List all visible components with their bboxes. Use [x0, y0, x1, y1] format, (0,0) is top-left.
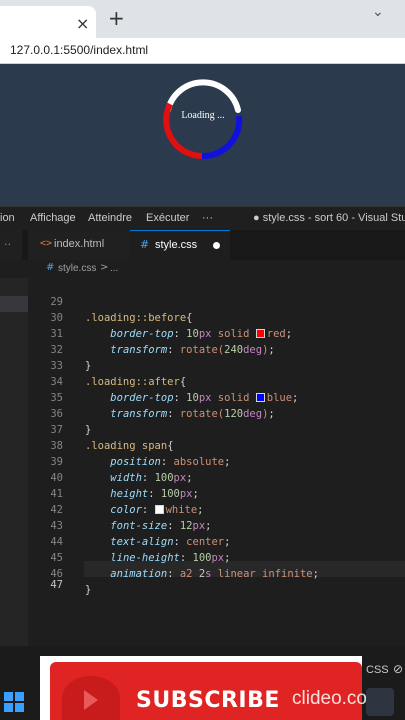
- tab-style-css[interactable]: # style.css: [130, 230, 230, 260]
- chevron-right-icon: >: [100, 262, 109, 273]
- menu-bar: ion Affichage Atteindre Exécuter ··· ● s…: [0, 206, 405, 230]
- language-mode[interactable]: CSS: [366, 664, 389, 676]
- code-line[interactable]: 36 }: [28, 390, 405, 436]
- code-line[interactable]: 37 .loading span{: [28, 406, 405, 452]
- page-preview: Loading ...: [0, 64, 405, 206]
- windows-start-icon[interactable]: [0, 684, 28, 720]
- code-line[interactable]: 45 animation: a2 2s linear infinite;: [28, 534, 405, 580]
- code-line[interactable]: 31 transform: rotate(240deg);: [28, 310, 405, 356]
- close-tab-icon[interactable]: ×: [76, 14, 89, 33]
- tab-label: index.html: [54, 238, 105, 250]
- code-line[interactable]: 32 }: [28, 326, 405, 372]
- code-line[interactable]: 35 transform: rotate(120deg);: [28, 374, 405, 420]
- subscribe-label: SUBSCRIBE: [136, 688, 280, 713]
- spinner-arc-blue: [201, 115, 243, 160]
- sidebar-selected-item[interactable]: [0, 296, 28, 312]
- browser-tab[interactable]: ×: [0, 6, 96, 38]
- tab-label: style.css: [155, 239, 198, 251]
- menu-item-executer[interactable]: Exécuter: [146, 212, 189, 224]
- code-line[interactable]: 42 font-size: 12px;: [28, 486, 405, 532]
- menu-more-icon[interactable]: ···: [202, 212, 213, 224]
- breadcrumb-file[interactable]: style.css: [58, 263, 96, 274]
- code-line[interactable]: 33 .loading::after{: [28, 342, 405, 388]
- spinner-arc-white: [165, 79, 241, 113]
- code-line[interactable]: 44 line-height: 100px;: [28, 518, 405, 564]
- loading-text: Loading ...: [181, 110, 225, 121]
- url-text[interactable]: 127.0.0.1:5500/index.html: [10, 43, 148, 57]
- editor-tab-bar: ·· <> index.html # style.css: [0, 230, 405, 260]
- tab-index-html[interactable]: <> index.html: [28, 230, 130, 260]
- play-icon: [62, 676, 120, 720]
- taskbar-app-icon[interactable]: [366, 688, 394, 716]
- play-arrow-icon: [84, 690, 98, 710]
- code-line[interactable]: 40 height: 100px;: [28, 454, 405, 500]
- unsaved-dot-icon[interactable]: [213, 242, 220, 249]
- css-file-icon: #: [46, 262, 55, 273]
- code-line[interactable]: 38 position: absolute;: [28, 422, 405, 468]
- breadcrumb: # style.css > ...: [0, 260, 405, 278]
- menu-item-atteindre[interactable]: Atteindre: [88, 212, 132, 224]
- code-line[interactable]: 30 border-top: 10px solid red;: [28, 294, 405, 340]
- address-bar[interactable]: 127.0.0.1:5500/index.html: [0, 38, 405, 64]
- html-file-icon: <>: [40, 238, 53, 249]
- new-tab-button[interactable]: +: [108, 6, 125, 30]
- sidebar-strip: [0, 278, 28, 646]
- browser-tab-bar: × + ⌄: [0, 0, 405, 38]
- menu-item-affichage[interactable]: Affichage: [30, 212, 76, 224]
- code-line[interactable]: 41 color: white;: [28, 470, 405, 516]
- code-line[interactable]: 29 .loading::before{: [28, 278, 405, 324]
- tab-overflow[interactable]: ··: [0, 230, 22, 260]
- chevron-down-icon[interactable]: ⌄: [372, 4, 384, 20]
- notification-icon[interactable]: ⊘: [393, 662, 403, 676]
- code-line[interactable]: 39 width: 100px;: [28, 438, 405, 484]
- menu-item-selection[interactable]: ion: [0, 212, 15, 224]
- css-file-icon: #: [140, 238, 150, 251]
- window-title: ● style.css - sort 60 - Visual Studi...: [253, 212, 405, 224]
- code-line-current[interactable]: 47: [28, 561, 405, 591]
- breadcrumb-symbol[interactable]: ...: [110, 263, 118, 274]
- code-line[interactable]: 34 border-top: 10px solid blue;: [28, 358, 405, 404]
- code-line[interactable]: 43 text-align: center;: [28, 502, 405, 548]
